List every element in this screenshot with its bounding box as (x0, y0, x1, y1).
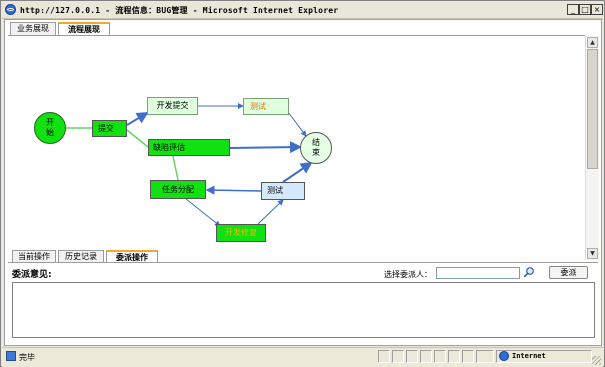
node-test-2[interactable]: 测试 (261, 182, 305, 200)
tab-history[interactable]: 历史记录 (58, 250, 104, 262)
status-pane (448, 350, 460, 363)
resize-grip-icon[interactable] (592, 356, 601, 365)
edge-defect-end (229, 141, 302, 154)
assign-panel: 委派意见: 选择委派人： 委派 (8, 263, 598, 345)
edge-test1-end (287, 111, 307, 137)
node-dev-submit-label: 开发提交 (156, 101, 189, 110)
edge-submit-devsubmit (126, 111, 149, 126)
node-test-1[interactable]: 测试 (243, 98, 289, 115)
flow-canvas: 开始 提交 开发提交 测试 缺陷评估 结束 任务分配 测试 开发修复 (8, 36, 585, 260)
flow-edges (66, 103, 313, 227)
edge-assign-fix (185, 198, 221, 227)
node-submit-label: 提交 (98, 123, 114, 133)
status-pane (476, 350, 494, 363)
node-test-2-label: 测试 (267, 186, 283, 195)
assign-button[interactable]: 委派 (549, 266, 588, 279)
status-pane (392, 350, 404, 363)
ie-logo-icon (5, 4, 16, 15)
title-bar[interactable]: http://127.0.0.1 - 流程信息：BUG管理 - Microsof… (2, 2, 603, 19)
node-fix-label: 开发修复 (225, 228, 257, 237)
page-icon (6, 351, 16, 361)
minimize-button[interactable]: _ (567, 4, 579, 15)
scroll-up-icon[interactable]: ▲ (587, 37, 598, 48)
node-dev-submit[interactable]: 开发提交 (147, 97, 198, 115)
status-bar: 完毕 Internet (2, 347, 603, 367)
node-start-label: 开始 (46, 118, 54, 137)
assignee-label: 选择委派人： (384, 270, 432, 279)
tab-business-view[interactable]: 业务展现 (10, 22, 56, 35)
page-content: 业务展现 流程展现 开始 提交 开发提交 测试 缺陷评估 结束 任务分配 测试 … (4, 19, 602, 346)
edge-test2-assign (205, 185, 262, 195)
node-task-assign-label: 任务分配 (162, 184, 194, 194)
maximize-button[interactable]: □ (579, 4, 591, 15)
magnifier-icon[interactable] (523, 266, 535, 278)
node-end[interactable]: 结束 (300, 132, 332, 164)
globe-icon (499, 351, 509, 361)
node-test-1-label: 测试 (250, 101, 266, 111)
edge-fix-test2 (257, 199, 284, 225)
status-pane (406, 350, 418, 363)
edge-defect-assign (172, 155, 179, 181)
status-pane (434, 350, 446, 363)
opinion-label: 委派意见: (12, 270, 52, 280)
zone-text: Internet (512, 352, 546, 360)
tab-current-operation[interactable]: 当前操作 (12, 250, 56, 262)
edge-test2-end (282, 161, 313, 183)
scroll-thumb[interactable] (587, 49, 598, 169)
node-submit[interactable]: 提交 (92, 120, 127, 137)
node-defect-eval-label: 缺陷评估 (153, 142, 185, 152)
tab-flow-view[interactable]: 流程展现 (58, 22, 110, 36)
browser-window: http://127.0.0.1 - 流程信息：BUG管理 - Microsof… (0, 0, 605, 367)
window-title: http://127.0.0.1 - 流程信息：BUG管理 - Microsof… (20, 6, 339, 15)
node-defect-eval[interactable]: 缺陷评估 (148, 139, 230, 156)
status-text: 完毕 (19, 353, 35, 362)
canvas-scrollbar[interactable]: ▲ ▼ (585, 36, 599, 260)
node-end-label: 结束 (312, 138, 320, 157)
scroll-down-icon[interactable]: ▼ (587, 248, 598, 259)
status-pane (462, 350, 474, 363)
edge-submit-defect (126, 129, 149, 148)
node-start[interactable]: 开始 (34, 112, 66, 144)
assignee-input[interactable] (436, 267, 520, 279)
opinion-textarea[interactable] (12, 282, 595, 338)
node-task-assign[interactable]: 任务分配 (150, 180, 206, 199)
node-fix[interactable]: 开发修复 (216, 224, 266, 242)
status-pane (378, 350, 390, 363)
status-pane (420, 350, 432, 363)
close-button[interactable]: × (591, 4, 603, 15)
